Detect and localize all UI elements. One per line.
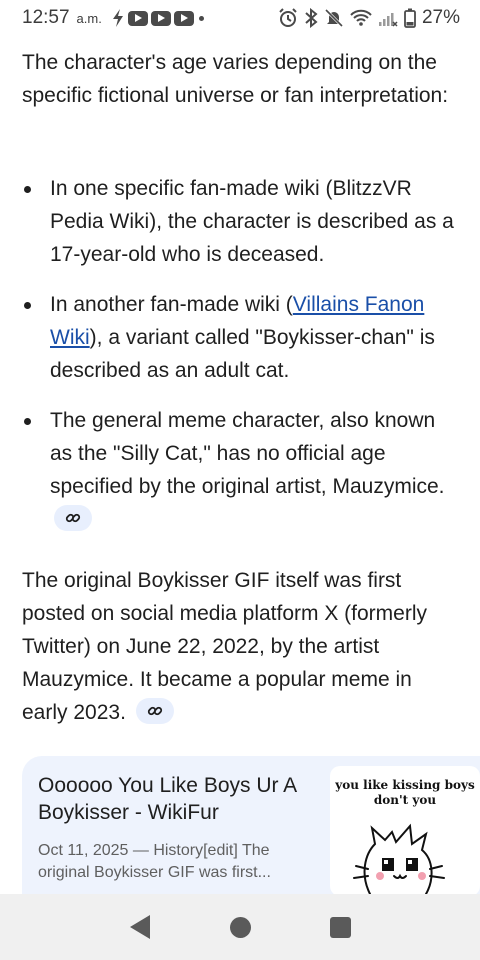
bullet-text: In one specific fan-made wiki (BlitzzVR … bbox=[50, 177, 454, 266]
back-icon bbox=[130, 915, 150, 939]
bullet-text: The general meme character, also known a… bbox=[50, 409, 445, 498]
source-card-thumbnail[interactable]: you like kissing boys don't you bbox=[330, 766, 480, 894]
list-item: The general meme character, also known a… bbox=[22, 404, 462, 536]
more-notifications-icon bbox=[198, 15, 204, 21]
source-link-chip[interactable] bbox=[135, 698, 174, 725]
status-bar: 12:57 a.m. 27% bbox=[0, 0, 480, 36]
home-button[interactable] bbox=[220, 907, 260, 947]
source-card-snippet: Oct 11, 2025 — History[edit] The origina… bbox=[38, 842, 271, 881]
mute-icon bbox=[324, 8, 344, 28]
signal-icon bbox=[378, 9, 398, 27]
source-card[interactable]: Oooooo You Like Boys Ur A Boykisser - Wi… bbox=[22, 756, 480, 894]
youtube-notification-icon bbox=[150, 10, 171, 26]
recents-button[interactable] bbox=[320, 907, 360, 947]
boykisser-cat-drawing bbox=[353, 823, 445, 894]
back-button[interactable] bbox=[120, 907, 160, 947]
youtube-notification-icon bbox=[127, 10, 148, 26]
alarm-icon bbox=[278, 8, 298, 28]
list-item: In one specific fan-made wiki (BlitzzVR … bbox=[22, 172, 462, 271]
status-time: 12:57 bbox=[22, 7, 70, 28]
home-icon bbox=[229, 916, 251, 938]
intro-paragraph: The character's age varies depending on … bbox=[22, 51, 449, 107]
ai-answer-content: The character's age varies depending on … bbox=[0, 36, 480, 894]
list-item: In another fan-made wiki (Villains Fanon… bbox=[22, 288, 462, 387]
source-card-title[interactable]: Oooooo You Like Boys Ur A Boykisser - Wi… bbox=[38, 772, 323, 826]
bullet-text-before: In another fan-made wiki ( bbox=[50, 293, 293, 316]
link-icon bbox=[147, 707, 162, 716]
age-bullet-list: In one specific fan-made wiki (BlitzzVR … bbox=[22, 172, 462, 553]
status-left: 12:57 a.m. bbox=[22, 7, 204, 29]
bullet-text-after: ), a variant called "Boykisser-chan" is … bbox=[50, 326, 435, 382]
status-right: 27% bbox=[278, 7, 460, 29]
origin-text: The original Boykisser GIF itself was fi… bbox=[22, 569, 427, 724]
source-link-chip[interactable] bbox=[54, 505, 92, 532]
status-ampm: a.m. bbox=[76, 10, 102, 26]
recents-icon bbox=[329, 916, 351, 938]
battery-icon bbox=[404, 8, 416, 28]
flash-notification-icon bbox=[111, 9, 125, 27]
origin-paragraph: The original Boykisser GIF itself was fi… bbox=[22, 564, 462, 729]
youtube-notification-icon bbox=[173, 10, 194, 26]
link-icon bbox=[65, 514, 81, 523]
battery-percentage: 27% bbox=[421, 7, 460, 28]
bluetooth-icon bbox=[304, 8, 318, 28]
thumbnail-caption: you like kissing boys don't you bbox=[335, 778, 475, 807]
system-navigation-bar bbox=[0, 894, 480, 960]
wifi-icon bbox=[350, 9, 372, 27]
